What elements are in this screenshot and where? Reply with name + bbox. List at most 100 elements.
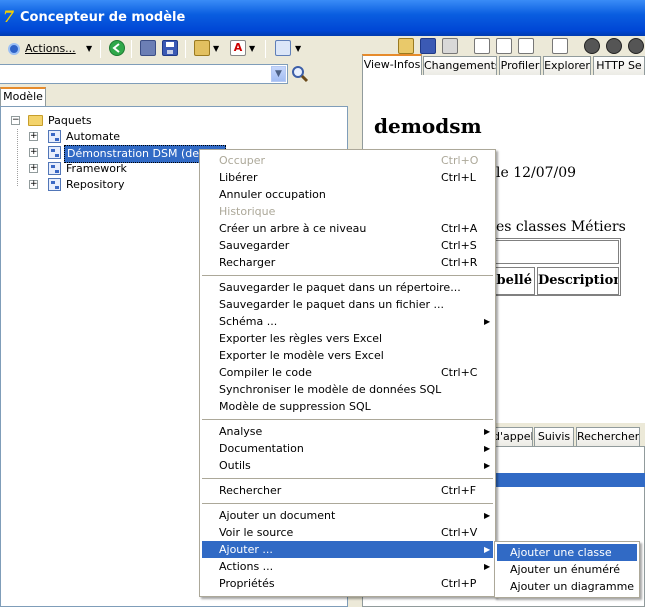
list-item[interactable] xyxy=(494,473,645,487)
back-arrow-icon[interactable] xyxy=(109,40,125,56)
chevron-down-icon[interactable]: ▼ xyxy=(271,66,286,82)
tab-view-infos[interactable]: View-Infos xyxy=(362,54,422,75)
menu-item-rechercher[interactable]: Rechercher Ctrl+F xyxy=(202,482,493,499)
package-icon xyxy=(48,162,61,175)
submenu-arrow-icon: ▶ xyxy=(484,444,491,453)
edit-document-icon[interactable] xyxy=(552,38,568,54)
menu-item-ajouter-un-document[interactable]: Ajouter un document ▶ xyxy=(202,507,493,524)
menu-item-shortcut: Ctrl+P xyxy=(441,577,477,590)
menu-item-sauvegarder-le-paquet-dans-un-repertoire[interactable]: Sauvegarder le paquet dans un répertoire… xyxy=(202,279,493,296)
menu-separator xyxy=(202,419,493,420)
expand-icon[interactable]: + xyxy=(29,132,38,141)
table-header-description: Description xyxy=(537,267,619,295)
chevron-down-icon[interactable]: ▼ xyxy=(249,44,255,53)
menu-item-sauvegarder-le-paquet-dans-un-fichier[interactable]: Sauvegarder le paquet dans un fichier ..… xyxy=(202,296,493,313)
submenu-arrow-icon: ▶ xyxy=(484,461,491,470)
tab-http[interactable]: HTTP Se xyxy=(593,56,645,75)
toolbar-separator xyxy=(185,40,186,58)
menu-item-label: Historique xyxy=(219,205,276,218)
submenu-item-ajouter-une-classe[interactable]: Ajouter une classe xyxy=(497,544,637,561)
expand-icon[interactable]: + xyxy=(29,148,38,157)
submenu-item-label: Ajouter un énuméré xyxy=(510,563,621,576)
close-document-icon[interactable] xyxy=(518,38,534,54)
tree-node-label: Repository xyxy=(66,178,125,191)
menu-item-sauvegarder[interactable]: Sauvegarder Ctrl+S xyxy=(202,237,493,254)
toolbar-separator xyxy=(265,40,266,58)
expand-icon[interactable]: + xyxy=(29,180,38,189)
menu-item-label: Ajouter ... xyxy=(219,543,273,556)
save-icon[interactable] xyxy=(420,38,436,54)
menu-item-occuper[interactable]: Occuper Ctrl+O xyxy=(202,152,493,169)
menu-item-outils[interactable]: Outils ▶ xyxy=(202,457,493,474)
title-bar[interactable]: 7 Concepteur de modèle xyxy=(0,0,645,36)
menu-item-label: Sauvegarder xyxy=(219,239,290,252)
menu-item-shortcut: Ctrl+C xyxy=(441,366,478,379)
menu-separator xyxy=(202,503,493,504)
menu-item-exporter-le-modele-vers-excel[interactable]: Exporter le modèle vers Excel xyxy=(202,347,493,364)
tab-changements[interactable]: Changements xyxy=(423,56,497,75)
menu-item-label: Exporter le modèle vers Excel xyxy=(219,349,384,362)
menu-item-ajouter[interactable]: Ajouter ... ▶ xyxy=(202,541,493,558)
tab-rechercher[interactable]: Rechercher xyxy=(576,427,640,446)
expand-icon[interactable]: + xyxy=(29,164,38,173)
document-icon[interactable] xyxy=(474,38,490,54)
tree-guide-line xyxy=(17,129,18,186)
menu-item-voir-le-source[interactable]: Voir le source Ctrl+V xyxy=(202,524,493,541)
menu-item-creer-un-arbre-a-ce-niveau[interactable]: Créer un arbre à ce niveau Ctrl+A xyxy=(202,220,493,237)
app-logo-icon: 7 xyxy=(3,7,15,26)
save-all-icon[interactable] xyxy=(140,40,156,56)
folder-icon xyxy=(28,115,43,126)
menu-item-shortcut: Ctrl+R xyxy=(441,256,478,269)
menu-item-label: Synchroniser le modèle de données SQL xyxy=(219,383,442,396)
tab-explorer[interactable]: Explorer xyxy=(543,56,591,75)
table-row xyxy=(478,240,619,264)
navigate-icon[interactable] xyxy=(275,40,291,56)
save-icon[interactable] xyxy=(162,40,178,56)
info-icon[interactable] xyxy=(628,38,644,54)
menu-item-compiler-le-code[interactable]: Compiler le code Ctrl+C xyxy=(202,364,493,381)
ajouter-submenu: Ajouter une classe Ajouter un énuméré Ajou… xyxy=(494,541,640,598)
tab-profiler[interactable]: Profiler xyxy=(499,56,541,75)
menu-item-liberer[interactable]: Libérer Ctrl+L xyxy=(202,169,493,186)
submenu-item-ajouter-un-enumere[interactable]: Ajouter un énuméré xyxy=(497,561,637,578)
menu-item-schema[interactable]: Schéma ... ▶ xyxy=(202,313,493,330)
menu-item-synchroniser-le-modele-de-donnees-sql[interactable]: Synchroniser le modèle de données SQL xyxy=(202,381,493,398)
tab-modele[interactable]: Modèle xyxy=(0,87,46,106)
tree-node-label: Paquets xyxy=(48,114,92,127)
toolbar-separator xyxy=(131,40,132,58)
open-folder-icon[interactable] xyxy=(398,38,414,54)
menu-item-recharger[interactable]: Recharger Ctrl+R xyxy=(202,254,493,271)
stop-icon[interactable] xyxy=(606,38,622,54)
window-title: Concepteur de modèle xyxy=(20,10,186,25)
menu-item-modele-de-suppression-sql[interactable]: Modèle de suppression SQL xyxy=(202,398,493,415)
document-section-title: es classes Métiers xyxy=(496,219,626,235)
paste-icon[interactable] xyxy=(194,40,210,56)
forward-icon[interactable] xyxy=(584,38,600,54)
menu-item-proprietes[interactable]: Propriétés Ctrl+P xyxy=(202,575,493,592)
menu-item-label: Outils xyxy=(219,459,251,472)
collapse-icon[interactable]: − xyxy=(11,116,20,125)
submenu-arrow-icon: ▶ xyxy=(484,511,491,520)
package-combo-box[interactable]: ▼ xyxy=(0,64,288,84)
menu-item-label: Sauvegarder le paquet dans un répertoire… xyxy=(219,281,461,294)
menu-item-label: Propriétés xyxy=(219,577,275,590)
tab-suivis[interactable]: Suivis xyxy=(534,427,574,446)
chevron-down-icon[interactable]: ▼ xyxy=(295,44,301,53)
font-style-icon[interactable]: A xyxy=(230,40,246,56)
chevron-down-icon[interactable]: ▼ xyxy=(213,44,219,53)
menu-item-shortcut: Ctrl+A xyxy=(441,222,478,235)
search-icon[interactable] xyxy=(291,65,309,83)
menu-item-actions[interactable]: Actions ... ▶ xyxy=(202,558,493,575)
tab-pile-appel[interactable]: d'appel xyxy=(493,427,533,446)
menu-item-analyse[interactable]: Analyse ▶ xyxy=(202,423,493,440)
submenu-arrow-icon: ▶ xyxy=(484,562,491,571)
submenu-item-ajouter-un-diagramme[interactable]: Ajouter un diagramme xyxy=(497,578,637,595)
menu-item-label: Exporter les règles vers Excel xyxy=(219,332,383,345)
menu-item-documentation[interactable]: Documentation ▶ xyxy=(202,440,493,457)
menu-item-annuler-occupation[interactable]: Annuler occupation xyxy=(202,186,493,203)
menu-item-exporter-les-regles-vers-excel[interactable]: Exporter les règles vers Excel xyxy=(202,330,493,347)
menu-item-historique[interactable]: Historique xyxy=(202,203,493,220)
refresh-document-icon[interactable] xyxy=(496,38,512,54)
chevron-down-icon: ▼ xyxy=(86,44,93,53)
print-icon[interactable] xyxy=(442,38,458,54)
